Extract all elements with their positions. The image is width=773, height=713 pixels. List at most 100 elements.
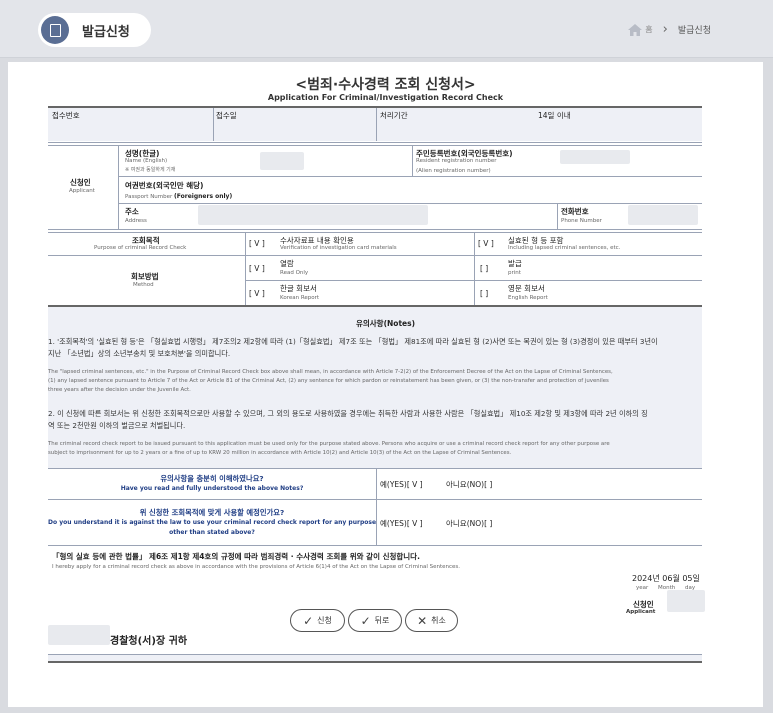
method-korean-label: 한글 회보서 <box>280 284 317 293</box>
declaration-en: I hereby apply for a criminal record che… <box>52 564 461 570</box>
purpose-opt1-label-en: Verification of investigation card mater… <box>280 245 397 251</box>
name-note: ※ 여권과 동일하게 기재 <box>125 167 176 173</box>
name-value-redacted <box>260 152 304 170</box>
address-value-redacted <box>198 205 428 225</box>
check-icon: ✓ <box>303 613 314 628</box>
method-read-label: 열람 <box>280 259 294 268</box>
address-label-en: Address <box>125 218 147 224</box>
question2-yes-option[interactable]: 예(YES)[ V ] <box>380 518 423 529</box>
note1-ko-line1: 1. '조회목적'의 '실효된 형 등'은 「형실효법 시행령」 제7조의2 제… <box>48 337 658 346</box>
passport-label-en-bold: (Foreigners only) <box>174 193 233 200</box>
phone-value-redacted <box>628 205 698 225</box>
check-icon: ✓ <box>360 613 371 628</box>
phone-label-en: Phone Number <box>561 218 602 224</box>
divider <box>376 468 377 545</box>
question2-en-line2: other than stated above? <box>169 529 255 536</box>
question2-no-option[interactable]: 아니요(NO)[ ] <box>446 518 492 529</box>
note1-en-line2: (1) any lapsed sentence pursuant to Arti… <box>48 378 609 384</box>
method-read-checkbox[interactable]: [ V ] <box>249 264 265 273</box>
purpose-opt2-label-en: Including lapsed criminal sentences, etc… <box>508 245 621 251</box>
purpose-opt1-checkbox[interactable]: [ V ] <box>249 239 265 248</box>
divider <box>48 229 702 230</box>
note1-ko-line2: 지난 「소년법」상의 소년부송치 및 보호처분'을 의미합니다. <box>48 349 231 358</box>
method-english-label: 영문 회보서 <box>508 284 545 293</box>
method-label-en: Method <box>133 282 154 288</box>
close-icon: ✕ <box>417 613 428 628</box>
signature-name-redacted <box>667 590 705 612</box>
receipt-no-label: 접수번호 <box>52 111 80 120</box>
processing-period-value: 14일 이내 <box>538 111 571 120</box>
top-bar: 발급신청 홈 › 발급신청 <box>0 0 773 58</box>
divider <box>213 108 214 141</box>
divider <box>48 232 702 233</box>
method-print-label: 발급 <box>508 259 522 268</box>
method-korean-checkbox[interactable]: [ V ] <box>249 289 265 298</box>
divider <box>48 468 702 469</box>
cancel-button[interactable]: ✕ 취소 <box>405 609 458 632</box>
cancel-button-label: 취소 <box>431 616 446 625</box>
document-icon <box>41 16 69 44</box>
addressee: 경찰청(서)장 귀하 <box>110 636 188 647</box>
divider <box>48 255 702 256</box>
breadcrumb-home[interactable]: 홈 <box>628 23 653 36</box>
divider <box>48 142 702 143</box>
name-label-en: Name (English) <box>125 158 168 164</box>
method-korean-label-en: Korean Report <box>280 295 320 301</box>
divider <box>48 145 702 146</box>
breadcrumb: 홈 › 발급신청 <box>628 22 711 37</box>
purpose-label-en: Purpose of criminal Record Check <box>94 245 187 251</box>
divider <box>48 661 702 663</box>
question1-no-option[interactable]: 아니요(NO)[ ] <box>446 479 492 490</box>
breadcrumb-home-label: 홈 <box>645 25 653 34</box>
application-date: 2024년 06월 05일 <box>632 574 700 583</box>
divider <box>118 176 702 177</box>
date-unit-year: year <box>636 585 649 591</box>
divider <box>48 545 702 546</box>
back-button[interactable]: ✓ 뒤로 <box>348 609 402 632</box>
apply-button[interactable]: ✓ 신청 <box>290 609 345 632</box>
purpose-opt2-checkbox[interactable]: [ V ] <box>478 239 494 248</box>
method-read-label-en: Read Only <box>280 270 309 276</box>
notes-header: 유의사항(Notes) <box>355 319 416 328</box>
question2-ko: 위 신청한 조회목적에 맞게 사용할 예정인가요? <box>139 508 285 517</box>
back-button-label: 뒤로 <box>374 616 390 625</box>
applicant-label: 신청인 <box>70 178 91 187</box>
apply-button-label: 신청 <box>317 616 332 625</box>
rrn-label-en: Resident registration number <box>416 158 497 164</box>
passport-label-en: Passport Number (Foreigners only) <box>125 193 232 200</box>
chevron-right-icon: › <box>662 22 668 37</box>
divider <box>48 499 702 500</box>
page-title: 발급신청 <box>82 25 130 40</box>
form-title: <범죄·수사경력 조회 신청서> <box>295 77 476 93</box>
declaration-ko: 「형의 실효 등에 관한 법률」 제6조 제1항 제4호의 규정에 따라 범죄경… <box>52 552 420 561</box>
method-print-label-en: print <box>508 270 521 276</box>
page-title-pill: 발급신청 <box>38 13 151 47</box>
form-subtitle: Application For Criminal/Investigation R… <box>267 93 504 102</box>
note1-en-line1: The "lapsed criminal sentences, etc." in… <box>48 369 613 375</box>
police-station-redacted <box>48 625 110 645</box>
method-print-checkbox[interactable]: [ ] <box>480 264 488 273</box>
address-label: 주소 <box>125 207 139 216</box>
divider <box>376 108 377 141</box>
divider <box>118 145 119 229</box>
note2-en-line1: The criminal record check report to be i… <box>48 441 610 447</box>
receipt-row <box>48 108 702 141</box>
breadcrumb-current: 발급신청 <box>677 26 711 36</box>
processing-period-label: 처리기간 <box>380 111 408 120</box>
divider <box>557 203 558 229</box>
divider <box>118 203 702 204</box>
question2-en-line1: Do you understand it is against the law … <box>48 519 377 526</box>
signature-applicant-label-en: Applicant <box>626 609 656 615</box>
question1-yes-option[interactable]: 예(YES)[ V ] <box>380 479 423 490</box>
divider <box>245 232 246 305</box>
passport-label-en-text: Passport Number <box>125 194 173 200</box>
receipt-date-label: 접수일 <box>216 111 237 120</box>
phone-label: 전화번호 <box>561 207 589 216</box>
note1-en-line3: three years after the decision under the… <box>48 387 191 393</box>
rrn-value-redacted <box>560 150 630 164</box>
method-label: 회보방법 <box>131 272 159 281</box>
passport-label: 여권번호(외국인만 해당) <box>125 181 204 190</box>
note2-en-line2: subject to imprisonment for up to 2 year… <box>48 450 512 456</box>
question1-ko: 유의사항을 충분히 이해하였나요? <box>160 474 264 483</box>
method-english-checkbox[interactable]: [ ] <box>480 289 488 298</box>
